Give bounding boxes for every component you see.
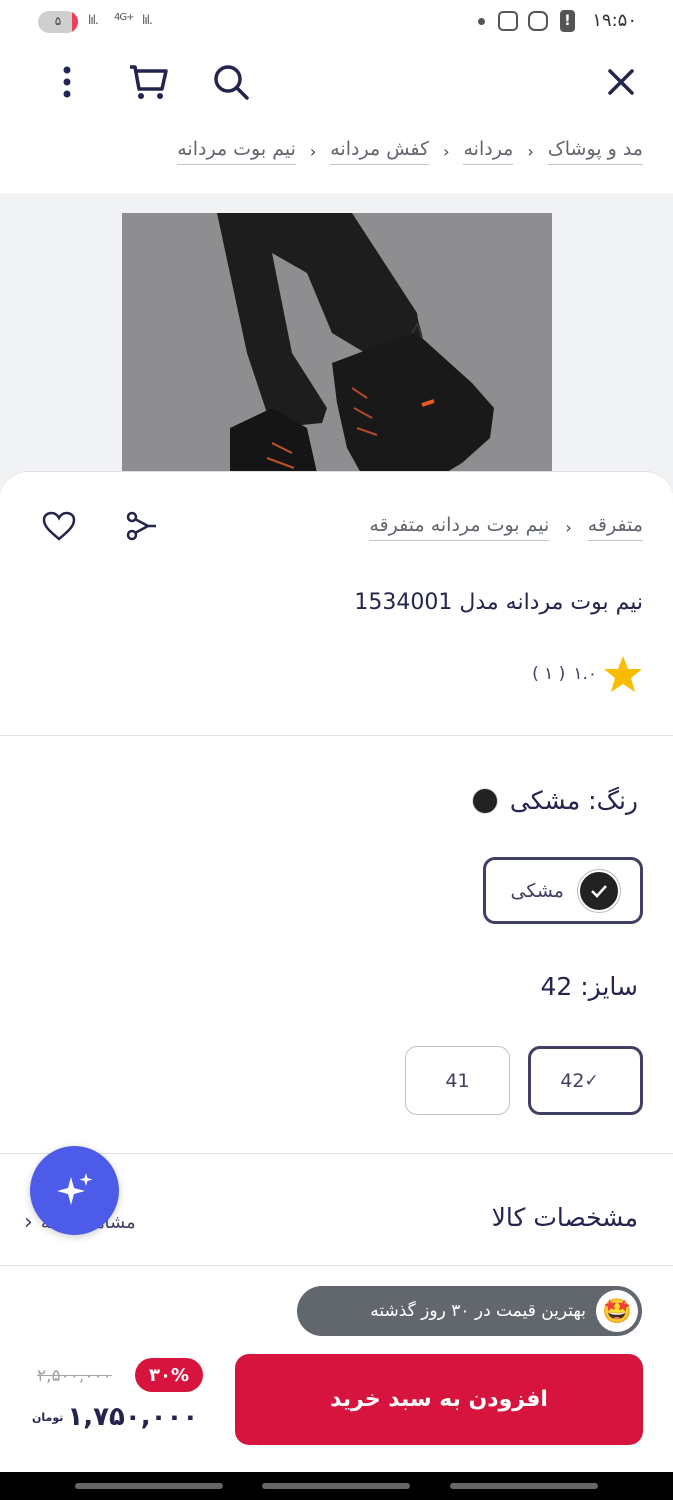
size-option-label: 41: [445, 1069, 470, 1092]
nav-handle[interactable]: [450, 1483, 598, 1489]
nav-handle[interactable]: [262, 1483, 410, 1489]
signal-icon: lıl.: [88, 13, 99, 27]
size-option-42[interactable]: 42 ✓: [528, 1046, 643, 1115]
product-info-card: متفرقه ‹ نیم بوت مردانه متفرقه نیم بوت م…: [0, 471, 673, 736]
discount-badge: ۳۰%: [135, 1358, 203, 1392]
chevron-left-icon: ‹: [443, 142, 450, 161]
product-gallery[interactable]: [0, 193, 673, 493]
check-icon: ✓: [584, 1070, 599, 1091]
close-icon[interactable]: [601, 62, 641, 102]
rating-count: ( ۱ ): [532, 664, 566, 684]
best-price-text: بهترین قیمت در ۳۰ روز گذشته: [370, 1301, 586, 1321]
battery-level: ۵: [54, 14, 62, 28]
color-label-text: رنگ: مشکی: [509, 786, 638, 815]
product-title: نیم بوت مردانه مدل 1534001: [354, 590, 643, 615]
size-option-label: 42: [560, 1069, 585, 1092]
size-option-41[interactable]: 41: [405, 1046, 510, 1115]
breadcrumb-item-men-boots[interactable]: نیم بوت مردانه: [177, 138, 296, 165]
network-type: 4G+: [114, 12, 134, 23]
search-icon[interactable]: [211, 62, 251, 102]
notification-dot-icon: [478, 18, 485, 25]
price: ۱,۷۵۰,۰۰۰: [67, 1402, 199, 1432]
color-option-black[interactable]: مشکی: [483, 857, 643, 924]
color-option-label: مشکی: [510, 879, 564, 902]
check-icon: [578, 869, 620, 912]
rating-value: ۱.۰: [573, 664, 597, 684]
star-struck-emoji-icon: 🤩: [596, 1290, 638, 1332]
chevron-left-icon: ‹: [527, 142, 534, 161]
sparkle-icon: [56, 1172, 92, 1205]
color-swatch-dot: [471, 787, 498, 814]
chevron-left-icon: ‹: [24, 1210, 33, 1235]
signal-icon-2: lıl.: [142, 13, 153, 27]
product-sub-breadcrumb: متفرقه ‹ نیم بوت مردانه متفرقه: [369, 514, 643, 541]
bottom-bar: 🤩 بهترین قیمت در ۳۰ روز گذشته افزودن به …: [0, 1265, 673, 1472]
status-time: ۱۹:۵۰: [592, 10, 637, 31]
top-bar: [0, 44, 673, 120]
chevron-left-icon: ‹: [309, 142, 317, 161]
product-rating[interactable]: ۱.۰ ( ۱ ): [532, 654, 643, 694]
best-price-badge: 🤩 بهترین قیمت در ۳۰ روز گذشته: [297, 1286, 642, 1336]
breadcrumb-item-men-shoes[interactable]: کفش مردانه: [330, 138, 430, 165]
specs-title: مشخصات کالا: [491, 1203, 638, 1232]
star-icon: [604, 656, 642, 692]
sub-breadcrumb-category[interactable]: نیم بوت مردانه متفرقه: [369, 514, 550, 541]
price-row: ۱,۷۵۰,۰۰۰ تومان: [32, 1402, 198, 1432]
share-icon[interactable]: [124, 508, 160, 544]
product-image[interactable]: [122, 213, 552, 493]
chevron-left-icon: ‹: [565, 518, 572, 537]
ai-assistant-button[interactable]: [30, 1146, 119, 1235]
currency-label: تومان: [32, 1410, 64, 1424]
old-price: ۲,۵۰۰,۰۰۰: [37, 1366, 112, 1386]
cart-icon[interactable]: [128, 62, 168, 102]
breadcrumb-item-men[interactable]: مردانه: [463, 138, 514, 165]
heart-icon[interactable]: [40, 508, 78, 544]
color-label: رنگ: مشکی: [471, 786, 638, 815]
alert-icon: !: [560, 10, 575, 32]
nav-handle[interactable]: [75, 1483, 223, 1489]
breadcrumb-item-fashion[interactable]: مد و پوشاک: [547, 138, 643, 165]
battery-indicator: ۵: [38, 11, 78, 33]
screenshot-icon: [498, 11, 518, 31]
status-bar: ۵ lıl. 4G+ lıl. ! ۱۹:۵۰: [0, 0, 673, 44]
sub-breadcrumb-brand[interactable]: متفرقه: [587, 514, 643, 541]
add-to-cart-button[interactable]: افزودن به سبد خرید: [235, 1354, 643, 1445]
instagram-icon: [528, 11, 548, 31]
breadcrumb: مد و پوشاک ‹ مردانه ‹ کفش مردانه ‹ نیم ب…: [177, 138, 643, 165]
more-vertical-icon[interactable]: [47, 62, 87, 102]
system-nav-bar: [0, 1472, 673, 1500]
divider: [0, 735, 673, 736]
size-label: سایز: 42: [540, 972, 639, 1001]
